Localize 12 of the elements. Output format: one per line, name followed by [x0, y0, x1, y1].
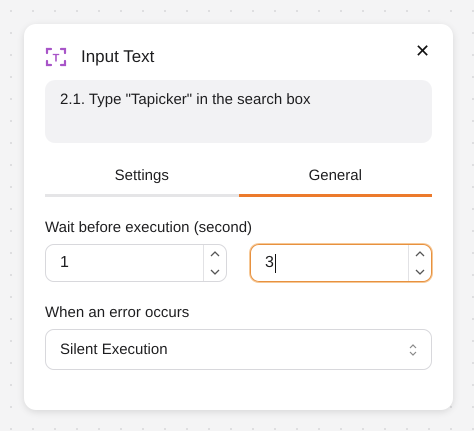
panel-title: Input Text — [81, 47, 156, 67]
chevron-updown-icon — [409, 344, 417, 356]
tab[interactable]: General — [238, 163, 432, 197]
field-label: Wait before execution (second) — [45, 219, 254, 236]
number-field[interactable]: 3 — [250, 244, 432, 282]
number-field[interactable]: 1 — [45, 244, 227, 282]
close-button[interactable]: ✕ — [413, 40, 432, 62]
tab[interactable]: Settings — [45, 163, 238, 197]
error-select[interactable]: Silent Execution — [45, 329, 432, 370]
field-label: When an error occurs — [45, 304, 190, 321]
description-text: 2.1. Type "Tapicker" in the search box — [60, 91, 311, 108]
description-box[interactable]: 2.1. Type "Tapicker" in the search box — [45, 80, 432, 143]
